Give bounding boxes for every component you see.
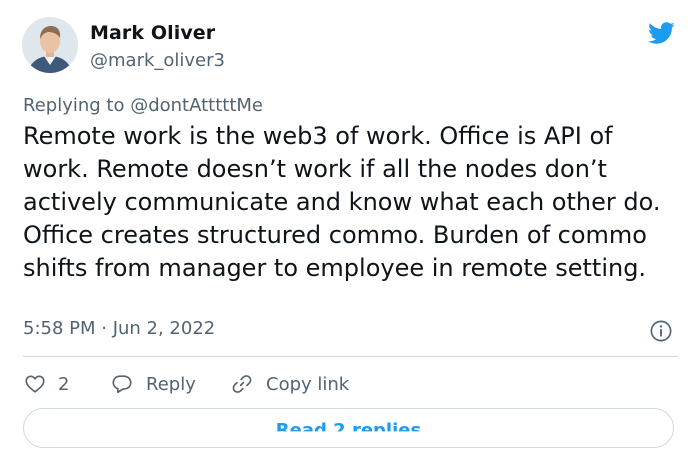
copy-link-label: Copy link: [266, 373, 350, 395]
reply-label: Reply: [146, 373, 196, 395]
reply-to-mention[interactable]: @dontAtttttMe: [130, 95, 263, 116]
like-button[interactable]: 2: [24, 371, 69, 397]
author-handle[interactable]: @mark_oliver3: [90, 50, 225, 71]
reply-bubble-icon: [112, 375, 132, 394]
reply-button[interactable]: Reply: [110, 371, 196, 397]
divider: [23, 356, 678, 357]
tweet-text: Remote work is the web3 of work. Office …: [23, 122, 661, 282]
heart-icon: [25, 375, 45, 393]
author-name[interactable]: Mark Oliver: [90, 22, 215, 44]
tweet-card: Mark Oliver @mark_oliver3 Replying to @d…: [0, 0, 700, 472]
replying-to-prefix: Replying to: [23, 95, 131, 116]
read-replies-button[interactable]: Read 2 replies: [23, 408, 674, 448]
read-replies-label: Read 2 replies: [275, 420, 422, 441]
replying-to: Replying to @dontAtttttMe: [23, 95, 263, 116]
tweet-timestamp[interactable]: 5:58 PM · Jun 2, 2022: [23, 318, 215, 339]
link-icon: [232, 375, 252, 393]
copy-link-button[interactable]: Copy link: [230, 371, 349, 397]
twitter-bird-icon[interactable]: [645, 19, 677, 47]
avatar[interactable]: [22, 17, 78, 73]
info-icon[interactable]: [650, 320, 672, 342]
like-count: 2: [58, 373, 70, 395]
